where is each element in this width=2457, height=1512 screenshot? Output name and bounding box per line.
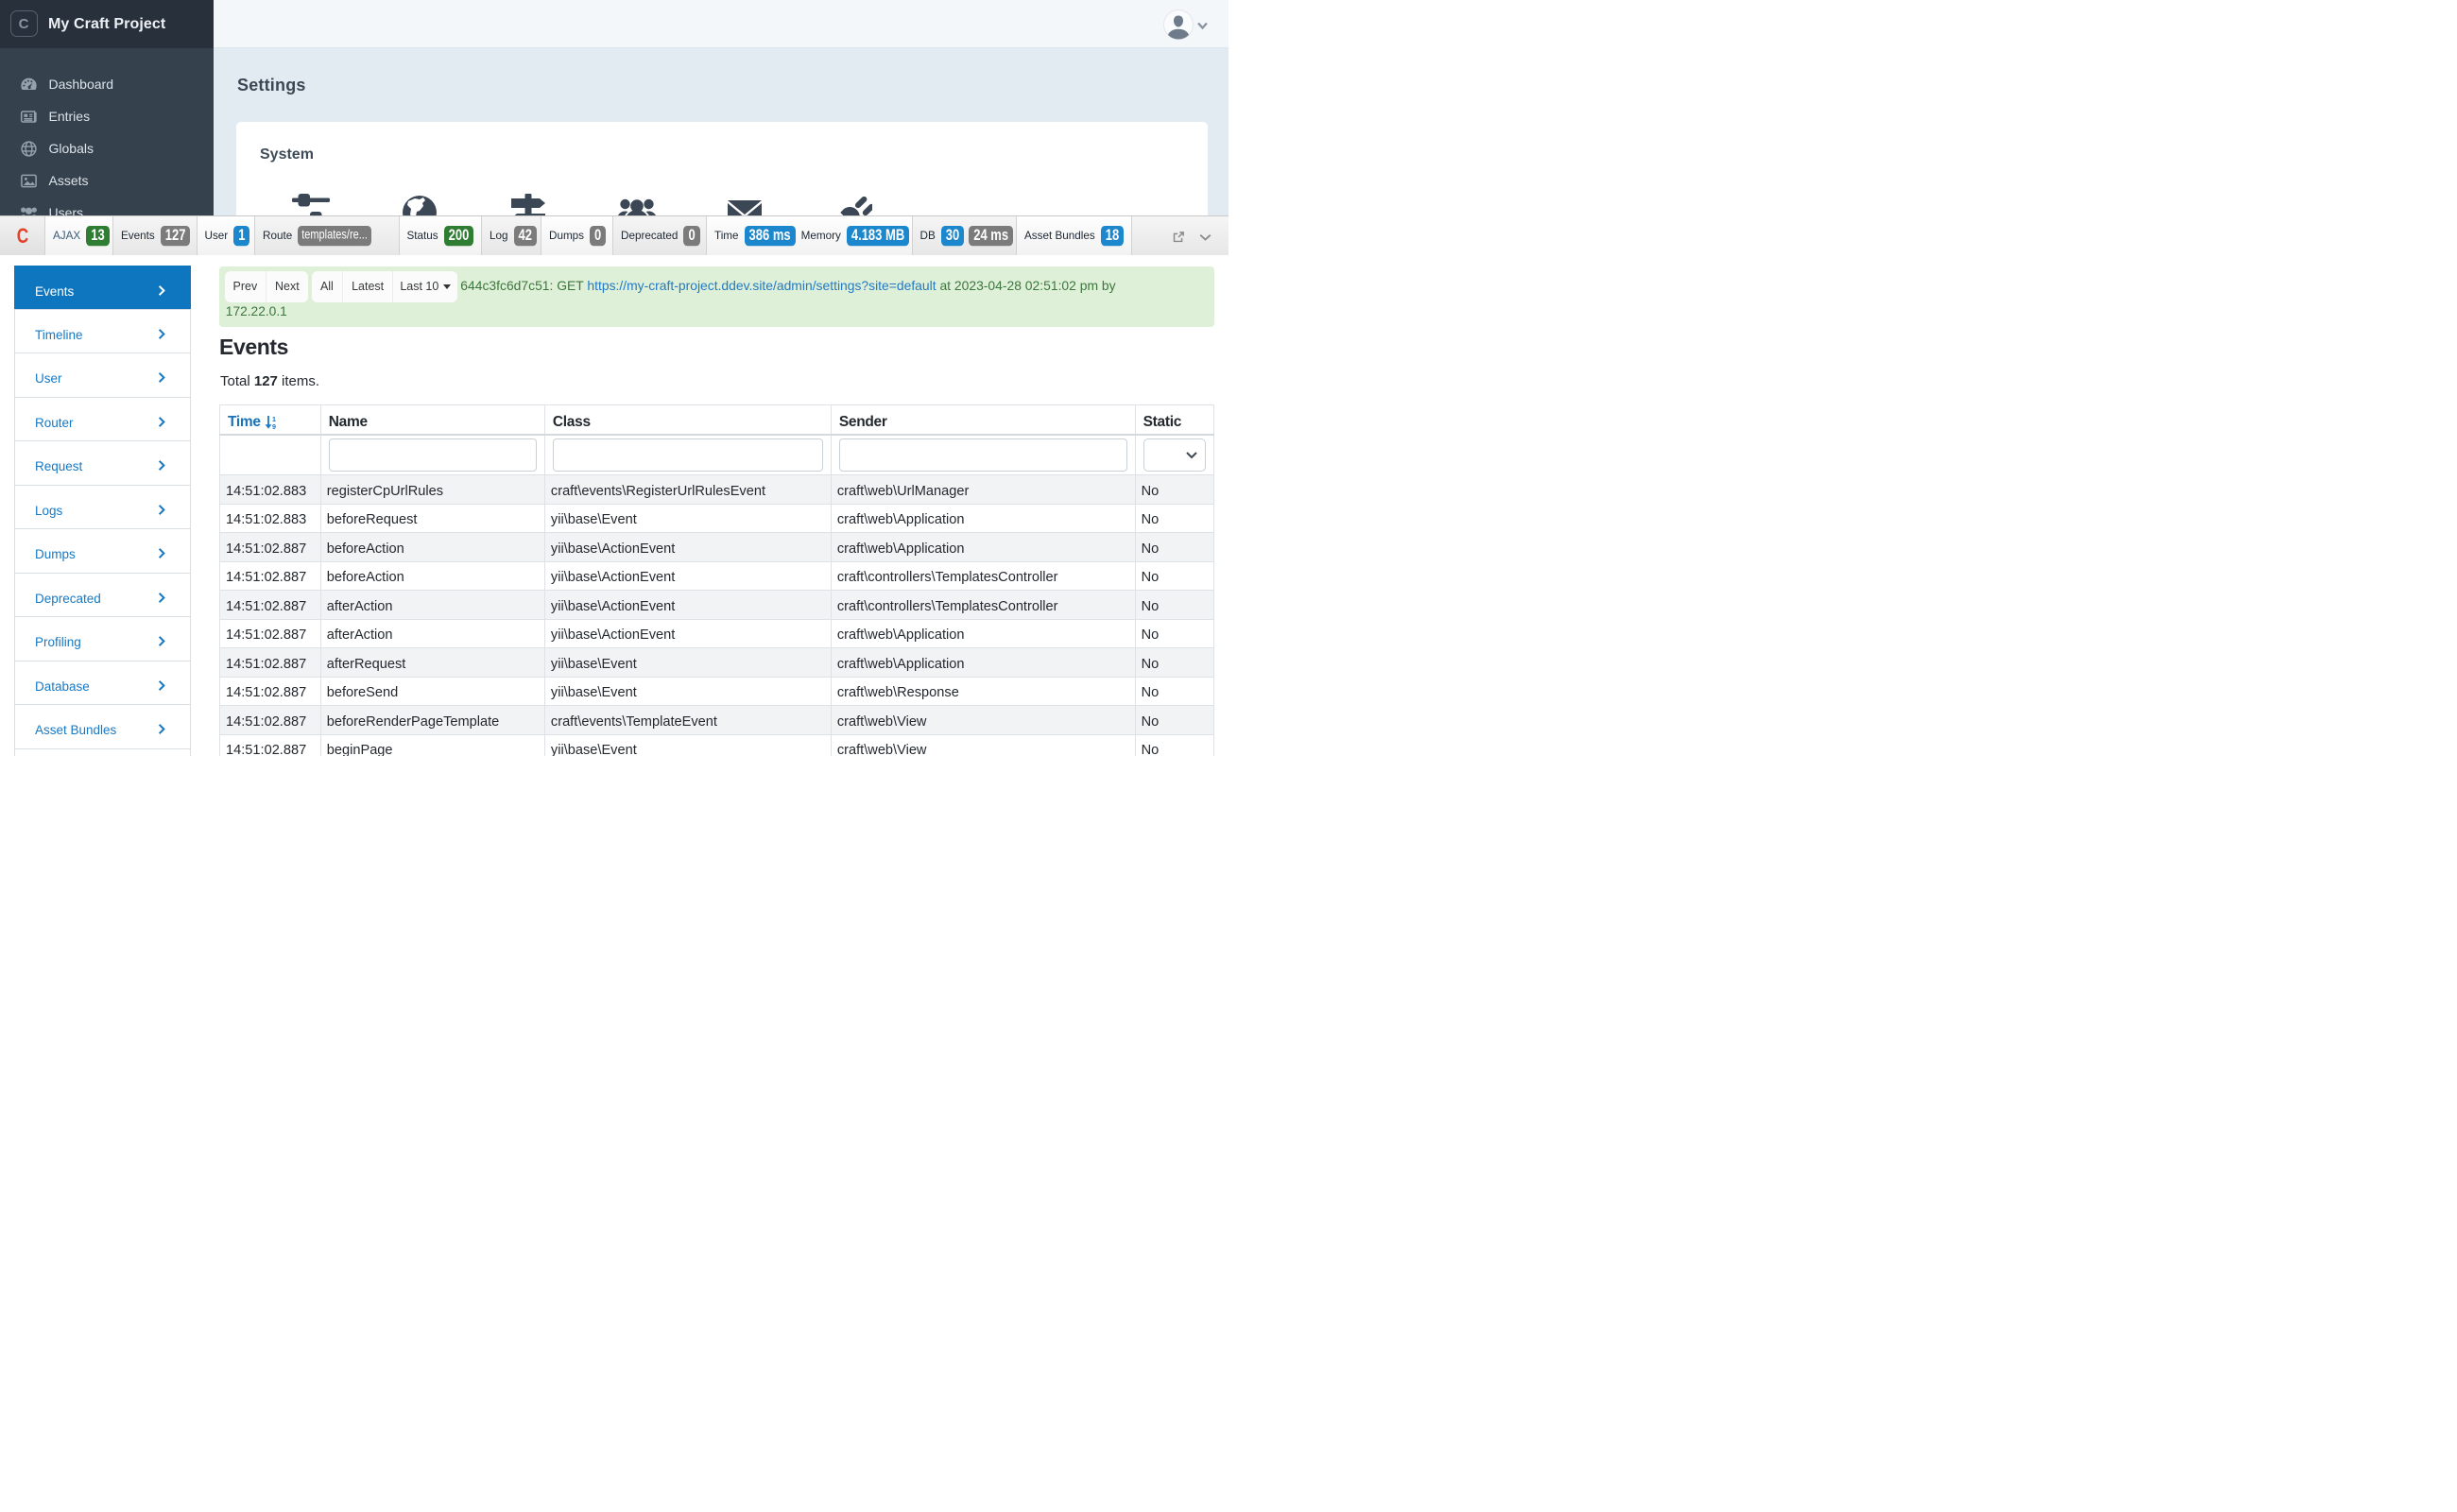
svg-text:9: 9 (272, 422, 276, 429)
